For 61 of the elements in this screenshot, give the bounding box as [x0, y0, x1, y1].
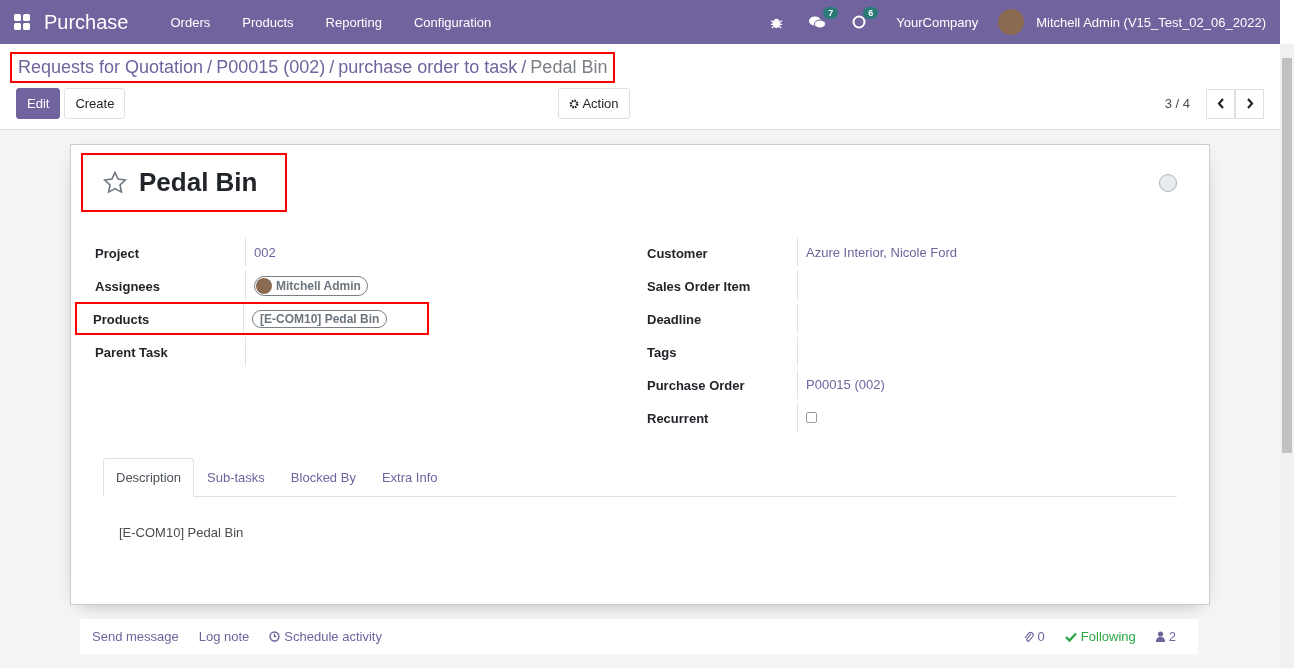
- field-label: Deadline: [647, 311, 703, 329]
- field-label: Customer: [647, 245, 709, 263]
- chat-icon[interactable]: [809, 15, 827, 29]
- company-name[interactable]: YourCompany: [882, 14, 993, 30]
- gear-icon: [569, 98, 580, 109]
- field-link[interactable]: 002: [254, 245, 276, 260]
- chevron-right-icon: [1245, 98, 1254, 109]
- schedule-activity-link[interactable]: Schedule activity: [269, 629, 382, 644]
- attachments-button[interactable]: 0: [1023, 629, 1045, 644]
- tab[interactable]: Description: [103, 458, 195, 497]
- field-link[interactable]: Azure Interior, Nicole Ford: [806, 245, 957, 260]
- log-note-link[interactable]: Log note: [198, 629, 250, 644]
- apps-icon[interactable]: [14, 14, 30, 30]
- user-name[interactable]: Mitchell Admin (V15_Test_02_06_2022): [1030, 14, 1266, 30]
- edit-button[interactable]: Edit: [16, 88, 61, 119]
- chevron-left-icon: [1216, 98, 1225, 109]
- action-button[interactable]: Action: [558, 88, 630, 119]
- breadcrumb-separator: /: [521, 57, 527, 78]
- user-name: Mitchell Admin: [276, 278, 361, 293]
- person-icon: [1155, 631, 1165, 642]
- clock-icon: [269, 631, 281, 642]
- pager-value: 3 / 4: [1164, 96, 1190, 111]
- paperclip-icon: [1023, 630, 1034, 643]
- menu-item[interactable]: Configuration: [397, 14, 508, 30]
- field-label: Recurrent: [647, 410, 710, 428]
- field-label: Products: [93, 311, 151, 329]
- breadcrumb-separator: /: [207, 57, 213, 78]
- task-title: Pedal Bin: [139, 167, 258, 198]
- breadcrumb-item[interactable]: purchase order to task: [338, 57, 518, 78]
- next-button[interactable]: [1235, 88, 1264, 119]
- clock-icon[interactable]: [852, 15, 867, 29]
- field-label: Tags: [647, 344, 678, 362]
- tab[interactable]: Sub-tasks: [194, 458, 278, 497]
- create-button[interactable]: Create: [64, 88, 126, 119]
- field-label: Parent Task: [95, 344, 169, 362]
- avatar: [256, 277, 272, 294]
- activity-count-badge: 6: [863, 7, 879, 19]
- tab[interactable]: Blocked By: [277, 458, 369, 497]
- menu-item[interactable]: Products: [226, 14, 310, 30]
- field-link[interactable]: P00015 (002): [806, 377, 885, 392]
- following-button[interactable]: Following: [1064, 629, 1136, 644]
- breadcrumb-separator: /: [329, 57, 335, 78]
- breadcrumb-item[interactable]: P00015 (002): [216, 57, 326, 78]
- field-label: Purchase Order: [647, 377, 746, 395]
- app-name[interactable]: Purchase: [44, 10, 129, 34]
- menu-item[interactable]: Orders: [154, 14, 227, 30]
- message-count-badge: 7: [823, 7, 839, 19]
- field-label: Assignees: [95, 278, 162, 296]
- field-label: Project: [95, 245, 141, 263]
- followers-button[interactable]: 2: [1155, 629, 1176, 644]
- previous-button[interactable]: [1206, 88, 1235, 119]
- description-text: [E-COM10] Pedal Bin: [119, 525, 245, 540]
- tab[interactable]: Extra Info: [368, 458, 451, 497]
- breadcrumb-item[interactable]: Requests for Quotation: [18, 57, 204, 78]
- menu-item[interactable]: Reporting: [309, 14, 398, 30]
- send-message-link[interactable]: Send message: [92, 629, 179, 644]
- checkbox[interactable]: [806, 412, 817, 423]
- star-icon[interactable]: [103, 171, 127, 194]
- breadcrumb-item[interactable]: Pedal Bin: [530, 57, 608, 78]
- check-icon: [1064, 631, 1077, 642]
- field-label: Sales Order Item: [647, 278, 752, 296]
